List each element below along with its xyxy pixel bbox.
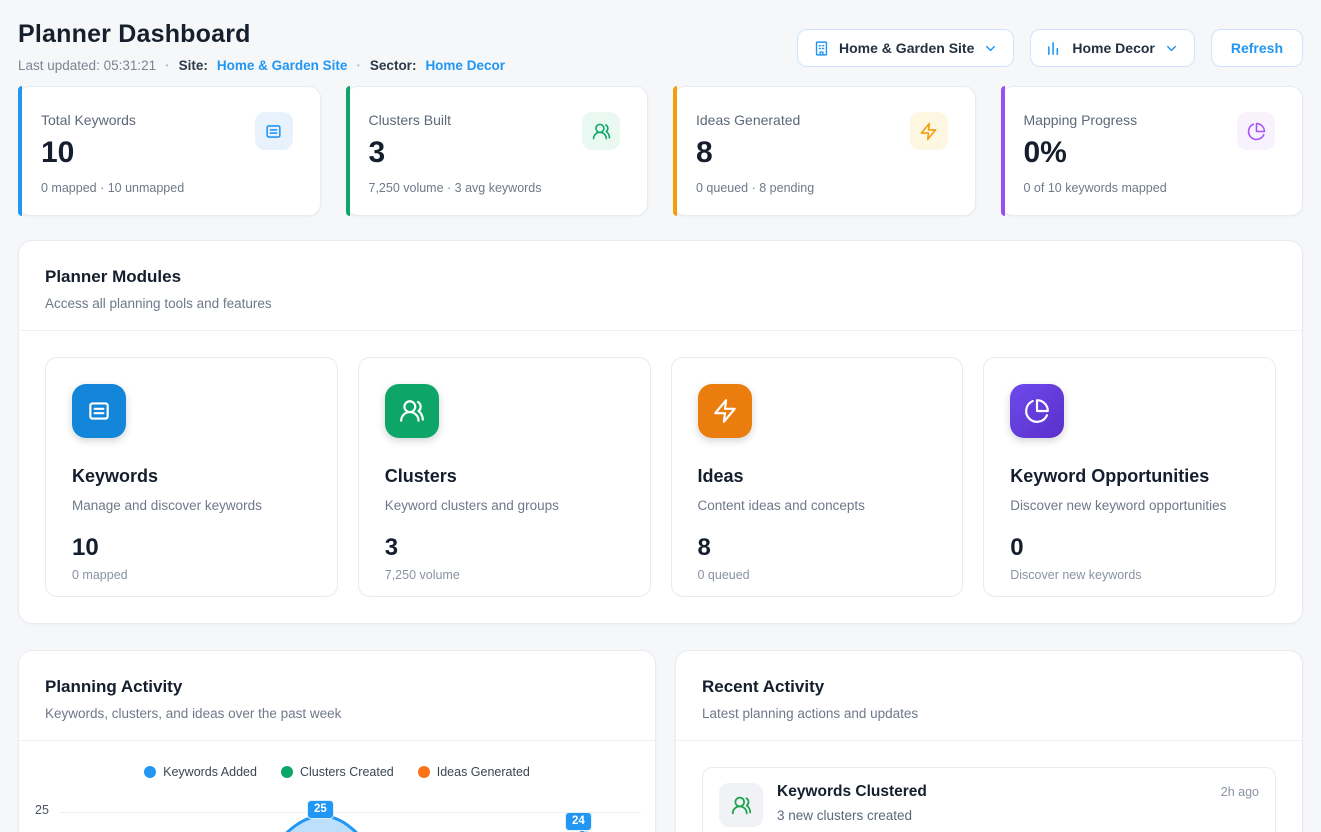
document-icon [255,112,293,150]
pie-chart-icon [1237,112,1275,150]
refresh-button[interactable]: Refresh [1211,29,1303,67]
module-title: Keyword Opportunities [1010,466,1249,487]
sector-selector-dropdown[interactable]: Home Decor [1030,29,1194,67]
module-value: 8 [698,534,937,562]
legend-dot-blue [144,766,156,778]
data-point-label-25: 25 [307,800,334,819]
module-detail: 0 queued [698,568,937,582]
stat-detail: 7,250 volume · 3 avg keywords [369,181,624,195]
chevron-down-icon [983,41,998,56]
module-detail: 0 mapped [72,568,311,582]
recent-activity-card: Recent Activity Latest planning actions … [675,650,1303,832]
panel-title: Planning Activity [45,677,629,697]
users-icon [582,112,620,150]
stat-detail: 0 mapped · 10 unmapped [41,181,296,195]
module-subtitle: Content ideas and concepts [698,498,937,513]
legend-item-keywords-added: Keywords Added [144,765,257,779]
keywords-added-area-series [60,793,615,832]
panel-subtitle: Keywords, clusters, and ideas over the p… [45,706,629,721]
stat-card-clusters-built: Clusters Built 3 7,250 volume · 3 avg ke… [346,86,649,216]
data-point-label-24: 24 [565,812,592,831]
activity-list: Keywords Clustered 2h ago 3 new clusters… [676,741,1302,832]
module-subtitle: Keyword clusters and groups [385,498,624,513]
pie-chart-icon [1010,384,1064,438]
stat-card-total-keywords: Total Keywords 10 0 mapped · 10 unmapped [18,86,321,216]
users-icon [385,384,439,438]
panel-subtitle: Latest planning actions and updates [702,706,1276,721]
panel-subtitle: Access all planning tools and features [45,296,1276,311]
module-card-clusters[interactable]: Clusters Keyword clusters and groups 3 7… [358,357,651,597]
modules-grid: Keywords Manage and discover keywords 10… [45,357,1276,597]
activity-item-keywords-clustered: Keywords Clustered 2h ago 3 new clusters… [702,767,1276,832]
legend-label: Keywords Added [163,765,257,779]
stat-detail: 0 queued · 8 pending [696,181,951,195]
legend-label: Ideas Generated [437,765,530,779]
building-icon [813,40,830,57]
activity-chart: 25 25 24 [19,793,655,832]
stat-card-mapping-progress: Mapping Progress 0% 0 of 10 keywords map… [1001,86,1304,216]
module-title: Keywords [72,466,311,487]
module-card-ideas[interactable]: Ideas Content ideas and concepts 8 0 que… [671,357,964,597]
bottom-row: Planning Activity Keywords, clusters, an… [18,650,1303,832]
module-value: 0 [1010,534,1249,562]
last-updated-text: Last updated: 05:31:21 [18,58,156,73]
site-label: Site: [179,58,208,73]
module-subtitle: Manage and discover keywords [72,498,311,513]
sector-link[interactable]: Home Decor [425,58,505,73]
module-title: Clusters [385,466,624,487]
recent-activity-header: Recent Activity Latest planning actions … [676,651,1302,740]
activity-title: Keywords Clustered [777,783,927,801]
y-axis-tick: 25 [35,803,49,817]
planning-activity-card: Planning Activity Keywords, clusters, an… [18,650,656,832]
planner-modules-header: Planner Modules Access all planning tool… [19,241,1302,330]
toolbar: Home & Garden Site Home Decor Refresh [797,29,1303,67]
panel-title: Planner Modules [45,267,1276,287]
bar-chart-icon [1046,40,1063,57]
stat-card-ideas-generated: Ideas Generated 8 0 queued · 8 pending [673,86,976,216]
stats-row: Total Keywords 10 0 mapped · 10 unmapped… [18,86,1303,216]
module-card-keyword-opportunities[interactable]: Keyword Opportunities Discover new keywo… [983,357,1276,597]
stat-detail: 0 of 10 keywords mapped [1024,181,1279,195]
site-selector-label: Home & Garden Site [839,40,974,56]
module-value: 3 [385,534,624,562]
document-icon [72,384,126,438]
module-value: 10 [72,534,311,562]
legend-item-ideas-generated: Ideas Generated [418,765,530,779]
module-card-keywords[interactable]: Keywords Manage and discover keywords 10… [45,357,338,597]
chevron-down-icon [1164,41,1179,56]
meta-separator: · [356,58,361,73]
activity-timestamp: 2h ago [1221,785,1259,799]
users-icon [719,783,763,827]
module-detail: 7,250 volume [385,568,624,582]
site-selector-dropdown[interactable]: Home & Garden Site [797,29,1014,67]
planner-dashboard-page: Planner Dashboard Last updated: 05:31:21… [0,0,1321,832]
module-detail: Discover new keywords [1010,568,1249,582]
zap-icon [698,384,752,438]
legend-dot-orange [418,766,430,778]
legend-dot-green [281,766,293,778]
planning-activity-header: Planning Activity Keywords, clusters, an… [19,651,655,740]
sector-label: Sector: [370,58,417,73]
legend-label: Clusters Created [300,765,394,779]
module-subtitle: Discover new keyword opportunities [1010,498,1249,513]
sector-selector-label: Home Decor [1072,40,1154,56]
module-title: Ideas [698,466,937,487]
activity-detail: 3 new clusters created [777,808,1259,823]
zap-icon [910,112,948,150]
divider [19,740,655,741]
meta-separator: · [165,58,170,73]
planner-modules-panel: Planner Modules Access all planning tool… [18,240,1303,624]
chart-legend: Keywords Added Clusters Created Ideas Ge… [19,765,655,779]
site-link[interactable]: Home & Garden Site [217,58,348,73]
panel-title: Recent Activity [702,677,1276,697]
legend-item-clusters-created: Clusters Created [281,765,394,779]
